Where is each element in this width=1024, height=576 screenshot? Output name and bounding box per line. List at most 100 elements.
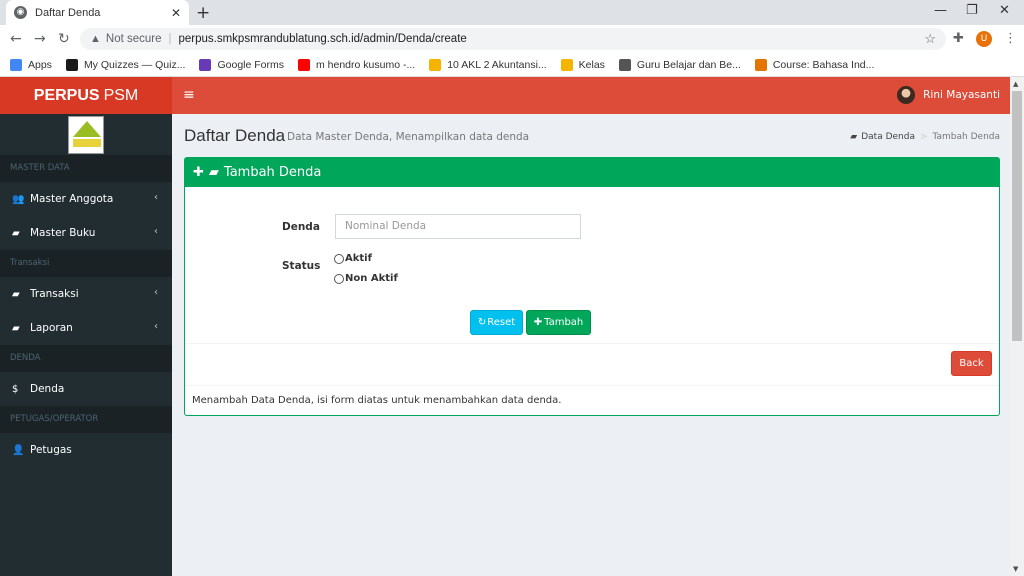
- sidebar-item-master-anggota[interactable]: 👥 Master Anggota ‹: [0, 182, 172, 216]
- restore-icon[interactable]: ❐: [966, 3, 978, 18]
- url-bar[interactable]: ▲ Not secure | perpus.smkpsmrandublatung…: [80, 28, 946, 50]
- bookmark-label: Apps: [28, 58, 52, 71]
- main-content: Daftar Denda Data Master Denda, Menampil…: [172, 114, 1010, 576]
- divider: [185, 343, 999, 344]
- bookmark-label: m hendro kusumo -...: [316, 58, 416, 71]
- bookmark-label: Google Forms: [217, 58, 284, 71]
- sidebar-item-label: Denda: [30, 383, 65, 395]
- bookmark-label: Guru Belajar dan Be...: [636, 58, 741, 71]
- breadcrumb-link[interactable]: Data Denda: [861, 132, 915, 142]
- bookmark-icon: [10, 58, 22, 71]
- bookmark-item[interactable]: m hendro kusumo -...: [298, 58, 416, 71]
- chevron-left-icon: ‹: [154, 226, 158, 237]
- extensions-icon[interactable]: ✚: [953, 31, 964, 46]
- bookmarks-bar: Apps My Quizzes — Quiz... Google Forms m he…: [0, 53, 1024, 77]
- scroll-down-icon[interactable]: ▼: [1013, 565, 1018, 573]
- bookmark-item[interactable]: My Quizzes — Quiz...: [65, 58, 186, 71]
- denda-label: Denda: [282, 220, 320, 233]
- bookmark-item[interactable]: Kelas: [560, 58, 605, 71]
- book-icon: ▰: [850, 132, 858, 142]
- address-bar-row: ← → ↻ ▲ Not secure | perpus.smkpsmrandub…: [0, 25, 1024, 53]
- user-avatar: [897, 86, 916, 104]
- reset-label: Reset: [487, 317, 516, 328]
- bookmark-label: Kelas: [578, 58, 605, 71]
- sidebar-section-header: DENDA: [0, 345, 172, 372]
- radio-circle-icon: [334, 273, 344, 284]
- page-title: Daftar Denda: [184, 126, 286, 145]
- top-navbar: ≡ Rini Mayasanti: [172, 77, 1010, 114]
- status-nonaktif-label: Non Aktif: [345, 273, 398, 284]
- breadcrumb: ▰ Data Denda > Tambah Denda: [850, 132, 1000, 142]
- refresh-icon: ↻: [477, 317, 487, 328]
- book-icon: ▰: [208, 165, 219, 180]
- bookmark-icon: [754, 58, 767, 71]
- user-name: Rini Mayasanti: [923, 89, 1000, 101]
- warning-icon: ▲: [90, 33, 101, 45]
- tambah-button[interactable]: ✚ Tambah: [526, 310, 591, 335]
- sidebar-section-header: MASTER DATA: [0, 155, 172, 182]
- chevron-left-icon: ‹: [154, 192, 158, 203]
- denda-input[interactable]: Nominal Denda: [335, 214, 581, 239]
- book-icon: ▰: [12, 227, 20, 239]
- app-logo[interactable]: PERPUS PSM: [0, 77, 172, 114]
- bookmark-item[interactable]: Course: Bahasa Ind...: [754, 58, 874, 71]
- user-menu[interactable]: Rini Mayasanti: [897, 86, 1000, 104]
- bookmark-icon: [199, 58, 212, 71]
- form-title: Tambah Denda: [223, 165, 322, 180]
- sidebar-item-transaksi[interactable]: ▰ Transaksi ‹: [0, 277, 172, 311]
- school-logo: [0, 114, 172, 155]
- window-close-icon[interactable]: ✕: [999, 3, 1010, 18]
- url-text: perpus.smkpsmrandublatung.sch.id/admin/D…: [178, 33, 467, 45]
- profile-avatar[interactable]: U: [976, 31, 992, 47]
- back-button[interactable]: Back: [951, 351, 992, 376]
- browser-tab-bar: ◉ Daftar Denda ✕ + — ❐ ✕: [0, 0, 1024, 25]
- status-label: Status: [282, 260, 321, 272]
- close-tab-icon[interactable]: ✕: [171, 6, 181, 20]
- sidebar-item-label: Master Buku: [30, 227, 96, 239]
- page-scrollbar[interactable]: ▲ ▼: [1010, 77, 1024, 576]
- status-aktif-radio[interactable]: Aktif: [334, 253, 372, 264]
- reload-icon[interactable]: ↻: [58, 31, 70, 47]
- sidebar-item-master-buku[interactable]: ▰ Master Buku ‹: [0, 216, 172, 250]
- security-label: Not secure: [105, 33, 162, 45]
- scroll-up-icon[interactable]: ▲: [1013, 80, 1018, 88]
- reset-button[interactable]: ↻ Reset: [470, 310, 523, 335]
- sidebar-item-denda[interactable]: $ Denda: [0, 372, 172, 406]
- browser-tab[interactable]: ◉ Daftar Denda ✕: [6, 0, 189, 25]
- sidebar-item-label: Transaksi: [30, 288, 79, 300]
- minimize-icon[interactable]: —: [934, 3, 947, 18]
- user-plus-icon: 👤: [12, 444, 25, 456]
- scrollbar-thumb[interactable]: [1012, 91, 1022, 341]
- bookmark-star-icon[interactable]: ☆: [924, 31, 936, 47]
- status-nonaktif-radio[interactable]: Non Aktif: [334, 273, 398, 284]
- bookmark-icon: [65, 58, 78, 71]
- sidebar-item-label: Master Anggota: [30, 193, 114, 205]
- school-logo-image: [68, 115, 104, 154]
- chevron-left-icon: ‹: [154, 287, 158, 298]
- bookmark-item[interactable]: Apps: [10, 58, 52, 71]
- sidebar: MASTER DATA 👥 Master Anggota ‹ ▰ Master Buku ‹…: [0, 114, 172, 576]
- plus-icon: ✚: [193, 165, 204, 180]
- more-menu-icon[interactable]: ⋮: [1004, 31, 1017, 46]
- bookmark-icon: [429, 58, 442, 71]
- sidebar-menu: MASTER DATA 👥 Master Anggota ‹ ▰ Master Buku ‹…: [0, 155, 172, 467]
- sidebar-section-header: PETUGAS/OPERATOR: [0, 406, 172, 433]
- logo-bold: PERPUS: [33, 86, 100, 104]
- logo-light: PSM: [103, 86, 139, 104]
- url-separator: |: [168, 33, 172, 45]
- bookmark-label: 10 AKL 2 Akuntansi...: [447, 58, 547, 71]
- sidebar-item-laporan[interactable]: ▰ Laporan ‹: [0, 311, 172, 345]
- form-box: ✚ ▰ Tambah Denda Denda Nominal Denda Sta…: [184, 157, 1000, 416]
- back-arrow-icon[interactable]: ←: [10, 31, 22, 47]
- bookmark-icon: [298, 58, 310, 71]
- sidebar-item-petugas[interactable]: 👤 Petugas: [0, 433, 172, 467]
- bookmark-item[interactable]: 10 AKL 2 Akuntansi...: [429, 58, 547, 71]
- bookmark-item[interactable]: Guru Belajar dan Be...: [618, 58, 741, 71]
- bookmark-icon: [618, 58, 631, 71]
- hamburger-menu-icon[interactable]: ≡: [183, 87, 195, 103]
- new-tab-icon[interactable]: +: [196, 3, 210, 23]
- bookmark-label: My Quizzes — Quiz...: [83, 58, 186, 71]
- book-icon: ▰: [12, 288, 20, 300]
- forward-arrow-icon[interactable]: →: [34, 31, 46, 47]
- bookmark-item[interactable]: Google Forms: [199, 58, 284, 71]
